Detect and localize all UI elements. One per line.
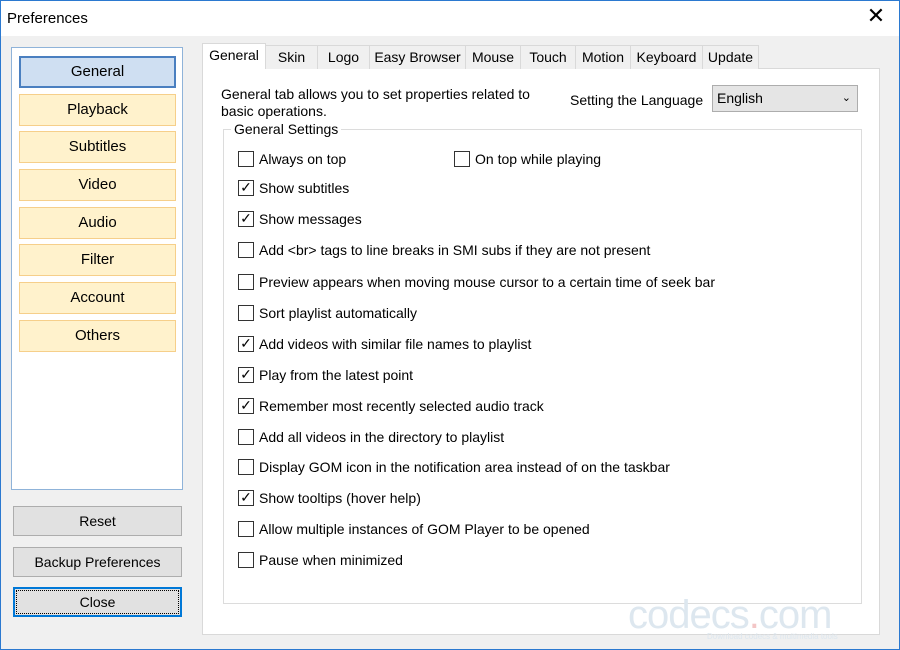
tab-update[interactable]: Update [702,45,759,69]
checkbox-unchecked-icon[interactable] [238,429,254,445]
sidebar-item-video[interactable]: Video [19,169,176,201]
tab-logo[interactable]: Logo [317,45,370,69]
checkbox-checked-icon[interactable]: ✓ [238,367,254,383]
general-settings-group: General Settings codecs.com Download cod… [223,121,862,641]
option-label: Remember most recently selected audio tr… [259,398,544,414]
option-checkbox[interactable]: ✓ Show tooltips (hover help) [238,490,421,506]
checkbox-checked-icon[interactable]: ✓ [238,211,254,227]
option-checkbox[interactable]: Pause when minimized [238,552,403,568]
sidebar-item-general[interactable]: General [19,56,176,88]
language-value: English [717,90,763,106]
tab-touch[interactable]: Touch [520,45,576,69]
option-checkbox[interactable]: Display GOM icon in the notification are… [238,459,670,475]
option-label: Show tooltips (hover help) [259,490,421,506]
language-label: Setting the Language [570,92,704,108]
option-label: Add <br> tags to line breaks in SMI subs… [259,242,651,258]
checkbox-checked-icon[interactable]: ✓ [238,180,254,196]
option-label: Display GOM icon in the notification are… [259,459,670,475]
sidebar-item-filter[interactable]: Filter [19,244,176,276]
tab-description: General tab allows you to set properties… [221,86,530,119]
option-checkbox[interactable]: ✓ Show messages [238,211,362,227]
tab-easy-browser[interactable]: Easy Browser [369,45,466,69]
option-checkbox[interactable]: Always on top [238,151,346,167]
checkbox-checked-icon[interactable]: ✓ [238,398,254,414]
option-checkbox[interactable]: Allow multiple instances of GOM Player t… [238,521,590,537]
option-label: Play from the latest point [259,367,414,383]
option-checkbox[interactable]: Sort playlist automatically [238,305,417,321]
option-checkbox[interactable]: ✓ Play from the latest point [238,367,413,383]
checkbox-unchecked-icon[interactable] [238,274,254,290]
close-window-button[interactable]: ✕ [853,1,899,33]
checkbox-unchecked-icon[interactable] [238,242,254,258]
option-checkbox[interactable]: ✓ Show subtitles [238,180,349,196]
category-sidebar: General Playback Subtitles Video Audio Filter… [11,47,183,490]
window-title: Preferences [7,10,88,27]
option-label: Preview appears when moving mouse cursor… [259,274,715,290]
option-label: On top while playing [475,151,602,167]
tab-keyboard[interactable]: Keyboard [630,45,703,69]
option-label: Pause when minimized [259,552,403,568]
checkbox-checked-icon[interactable]: ✓ [238,490,254,506]
option-label: Add all videos in the directory to playl… [259,429,505,445]
backup-preferences-button[interactable]: Backup Preferences [13,547,182,577]
option-checkbox[interactable]: Add <br> tags to line breaks in SMI subs… [238,242,650,258]
checkbox-unchecked-icon[interactable] [238,305,254,321]
option-label: Allow multiple instances of GOM Player t… [259,521,590,537]
option-checkbox[interactable]: ✓ Remember most recently selected audio t… [238,398,544,414]
title-bar: Preferences ✕ [1,1,899,36]
sidebar-item-playback[interactable]: Playback [19,94,176,126]
sidebar-item-account[interactable]: Account [19,282,176,314]
tab-mouse[interactable]: Mouse [465,45,521,69]
chevron-down-icon: ⌄ [841,92,851,104]
language-select[interactable]: English ⌄ [712,85,858,112]
option-label: Always on top [259,151,347,167]
checkbox-unchecked-icon[interactable] [238,552,254,568]
group-label: General Settings [231,121,342,137]
checkbox-unchecked-icon[interactable] [238,151,254,167]
watermark-tagline: Download codecs & multimedia tools [707,632,838,641]
close-button[interactable]: Close [13,587,182,617]
general-tab-panel: General tab allows you to set properties… [202,68,880,641]
option-label: Show subtitles [259,180,350,196]
tab-motion[interactable]: Motion [575,45,631,69]
tab-general[interactable]: General [202,43,266,69]
option-label: Add videos with similar file names to pl… [259,336,532,352]
option-checkbox[interactable]: On top while playing [454,151,601,167]
option-label: Sort playlist automatically [259,305,417,321]
tab-skin[interactable]: Skin [265,45,318,69]
checkbox-checked-icon[interactable]: ✓ [238,336,254,352]
sidebar-item-audio[interactable]: Audio [19,207,176,239]
sidebar-item-subtitles[interactable]: Subtitles [19,131,176,163]
reset-button[interactable]: Reset [13,506,182,536]
option-label: Show messages [259,211,362,227]
checkbox-unchecked-icon[interactable] [238,459,254,475]
option-checkbox[interactable]: ✓ Add videos with similar file names to p… [238,336,531,352]
sidebar-item-others[interactable]: Others [19,320,176,352]
option-checkbox[interactable]: Add all videos in the directory to playl… [238,429,504,445]
option-checkbox[interactable]: Preview appears when moving mouse cursor… [238,274,715,290]
checkbox-unchecked-icon[interactable] [238,521,254,537]
checkbox-unchecked-icon[interactable] [454,151,470,167]
